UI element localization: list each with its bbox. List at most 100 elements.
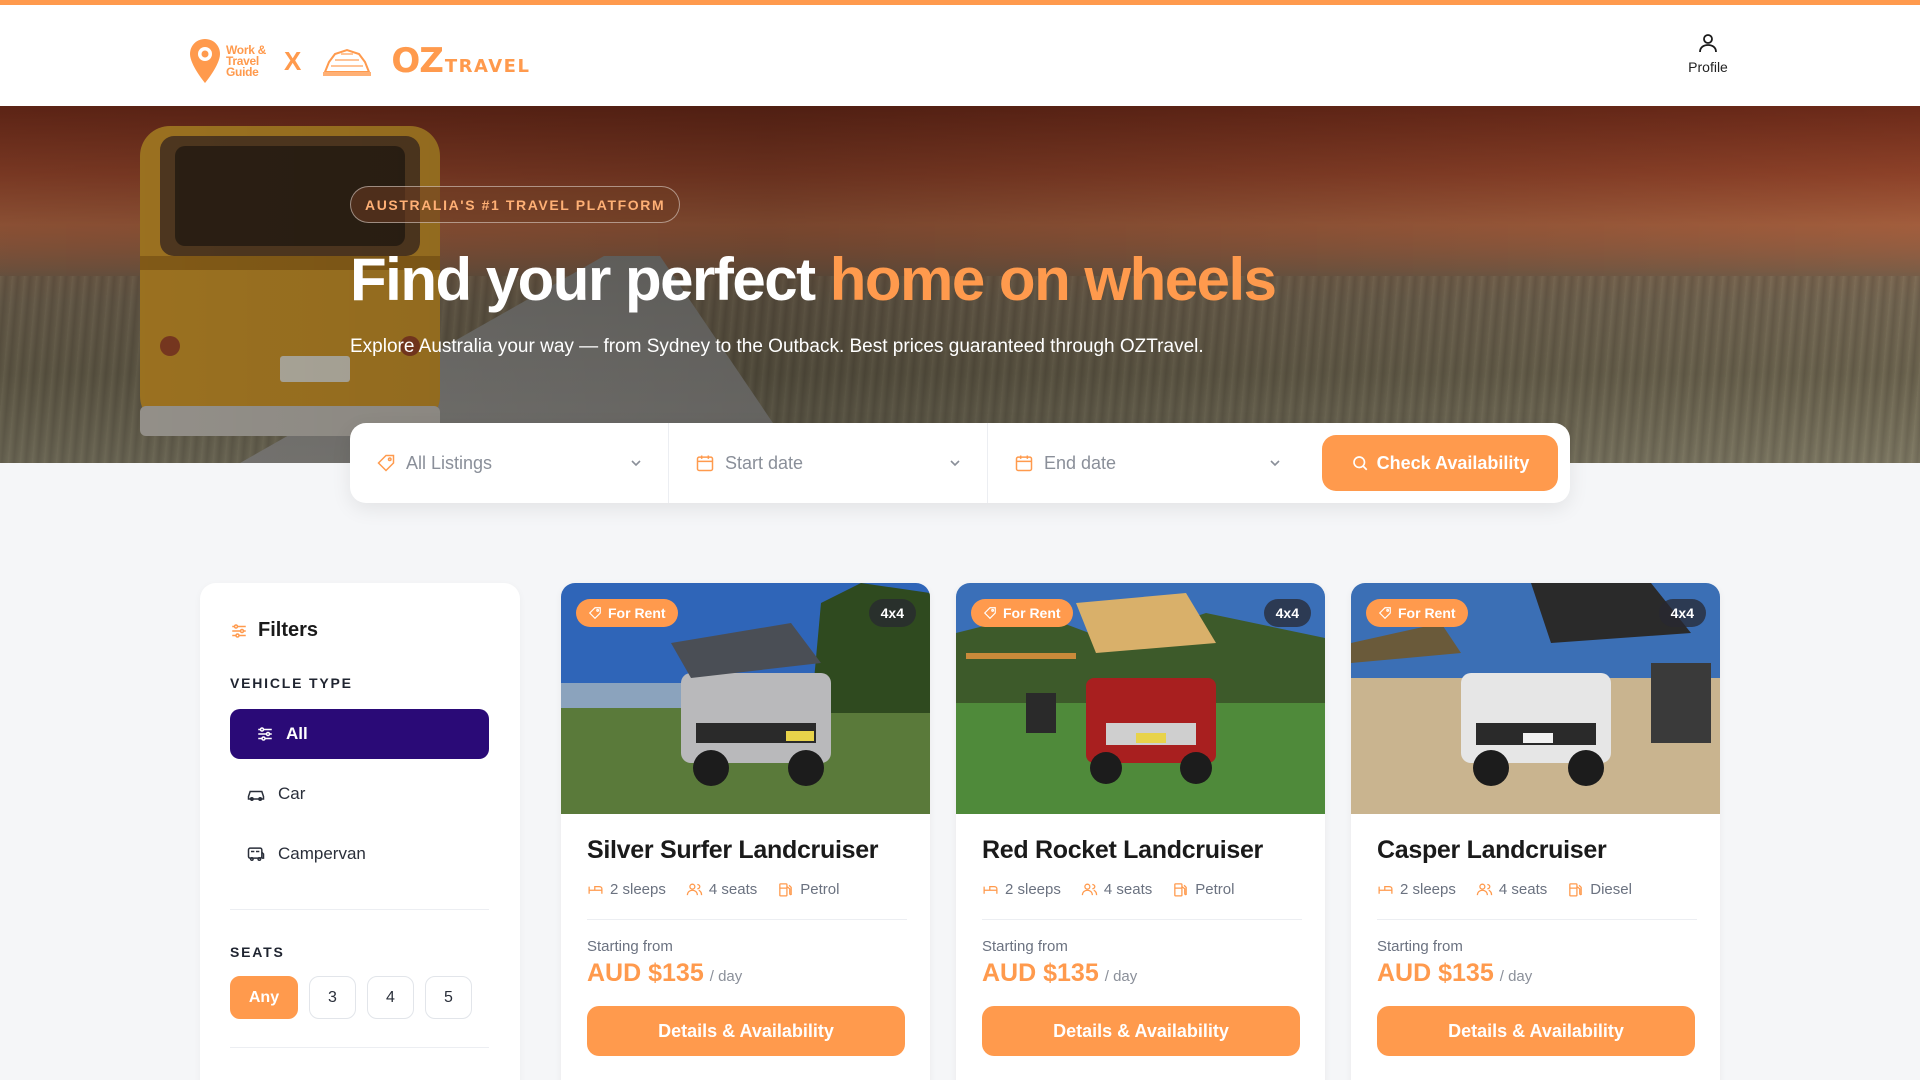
tag-icon — [377, 454, 395, 472]
users-icon — [686, 883, 703, 896]
fuel-pump-icon — [1174, 883, 1188, 897]
check-availability-button[interactable]: Check Availability — [1322, 435, 1558, 491]
listing-image: For Rent 4x4 — [1351, 583, 1720, 814]
for-rent-label: For Rent — [1003, 605, 1061, 621]
vehicle-type-label: VEHICLE TYPE — [230, 675, 353, 691]
emblem-logo-icon — [323, 48, 372, 76]
filters-title: Filters — [258, 619, 319, 641]
start-date-placeholder: Start date — [725, 452, 804, 473]
listing-select-value: All Listings — [406, 452, 493, 473]
listing-image: For Rent 4x4 — [956, 583, 1325, 814]
drive-type-badge: 4x4 — [1263, 599, 1311, 627]
price-value: AUD $135 — [1377, 959, 1494, 987]
fuel-spec: Petrol — [777, 881, 839, 898]
starting-from-label: Starting from — [982, 938, 1068, 955]
starting-from-label: Starting from — [587, 938, 673, 955]
hero-title-main: Find your perfect — [350, 246, 816, 313]
sliders-icon — [258, 727, 272, 741]
listing-specs: 2 sleeps 4 seats Petrol — [982, 881, 1234, 898]
details-availability-button[interactable]: Details & Availability — [982, 1006, 1300, 1056]
fuel-value: Petrol — [800, 881, 840, 898]
users-icon — [1476, 883, 1493, 896]
price: AUD $135 / day — [1377, 959, 1532, 988]
filters-divider — [230, 1047, 489, 1048]
sleeps-spec: 2 sleeps — [982, 881, 1061, 898]
listing-card[interactable]: For Rent 4x4 Casper Landcruiser 2 sleeps… — [1351, 583, 1720, 1080]
car-icon — [247, 790, 265, 801]
seat-option-4[interactable]: 4 — [367, 976, 414, 1019]
vehicle-type-campervan[interactable]: Campervan — [246, 844, 366, 864]
seats-spec: 4 seats — [1476, 881, 1547, 898]
calendar-icon — [696, 455, 714, 472]
price-value: AUD $135 — [587, 959, 704, 987]
tag-icon — [1378, 607, 1391, 620]
filters-divider — [230, 909, 489, 910]
fuel-spec: Diesel — [1567, 881, 1632, 898]
listing-image: For Rent 4x4 — [561, 583, 930, 814]
price: AUD $135 / day — [982, 959, 1137, 988]
vehicle-type-all-label: All — [286, 724, 308, 743]
details-availability-button[interactable]: Details & Availability — [587, 1006, 905, 1056]
price-unit: / day — [709, 968, 743, 985]
price-unit: / day — [1499, 968, 1533, 985]
price-unit: / day — [1104, 968, 1138, 985]
fuel-pump-icon — [1569, 883, 1583, 897]
work-travel-guide-wordmark: Work & Travel Guide — [226, 42, 266, 79]
start-date-field[interactable]: Start date — [669, 423, 988, 503]
chevron-down-icon — [631, 460, 641, 467]
listing-card[interactable]: For Rent 4x4 Red Rocket Landcruiser 2 sl… — [956, 583, 1325, 1080]
fuel-spec: Petrol — [1172, 881, 1234, 898]
for-rent-label: For Rent — [1398, 605, 1456, 621]
map-pin-logo-icon — [190, 39, 220, 83]
hero-title: Find your perfect home on wheels — [350, 245, 1277, 314]
seats-label: SEATS — [230, 944, 285, 960]
filters-panel: Filters VEHICLE TYPE All Car Campervan S… — [200, 583, 520, 1080]
vehicle-type-car-label: Car — [278, 784, 306, 803]
listing-specs: 2 sleeps 4 seats Petrol — [587, 881, 839, 898]
sleeps-value: 2 sleeps — [610, 881, 666, 898]
listing-specs: 2 sleeps 4 seats Diesel — [1377, 881, 1632, 898]
seats-options: Any 3 4 5 — [230, 976, 472, 1019]
users-icon — [1081, 883, 1098, 896]
filters-heading: Filters — [230, 619, 318, 642]
work-travel-guide-logo: Work & Travel Guide — [188, 37, 266, 85]
campervan-icon — [247, 847, 265, 861]
hero-subtitle: Explore Australia your way — from Sydney… — [350, 336, 1204, 357]
profile-label: Profile — [1688, 59, 1728, 75]
search-bar: All Listings Start date End date Check A… — [350, 423, 1570, 503]
chevron-down-icon — [1270, 460, 1280, 467]
for-rent-tag: For Rent — [1366, 599, 1468, 627]
vehicle-type-all[interactable]: All — [230, 709, 489, 759]
fuel-pump-icon — [779, 883, 793, 897]
calendar-icon — [1015, 455, 1033, 472]
listing-title: Red Rocket Landcruiser — [982, 836, 1263, 864]
seat-option-3[interactable]: 3 — [309, 976, 356, 1019]
user-icon — [1699, 34, 1717, 53]
fuel-value: Diesel — [1590, 881, 1632, 898]
tag-icon — [588, 607, 601, 620]
seat-option-5[interactable]: 5 — [425, 976, 472, 1019]
listing-title: Silver Surfer Landcruiser — [587, 836, 879, 864]
listing-card[interactable]: For Rent 4x4 Silver Surfer Landcruiser 2… — [561, 583, 930, 1080]
listing-select[interactable]: All Listings — [350, 423, 669, 503]
card-divider — [982, 919, 1302, 920]
site-header: Work & Travel Guide X OZ TRAVEL Profile — [0, 5, 1920, 106]
details-availability-button[interactable]: Details & Availability — [1377, 1006, 1695, 1056]
price: AUD $135 / day — [587, 959, 742, 988]
starting-from-label: Starting from — [1377, 938, 1463, 955]
for-rent-tag: For Rent — [576, 599, 678, 627]
card-divider — [1377, 919, 1697, 920]
oztravel-logo: OZ TRAVEL — [391, 41, 531, 81]
seat-option-any[interactable]: Any — [230, 976, 298, 1019]
vehicle-type-car[interactable]: Car — [246, 784, 305, 804]
sleeps-spec: 2 sleeps — [587, 881, 666, 898]
end-date-field[interactable]: End date — [988, 423, 1307, 503]
search-icon — [1352, 456, 1367, 471]
seats-spec: 4 seats — [1081, 881, 1152, 898]
price-value: AUD $135 — [982, 959, 1099, 987]
seats-value: 4 seats — [1498, 881, 1548, 898]
profile-button[interactable]: Profile — [1678, 31, 1738, 75]
seats-value: 4 seats — [708, 881, 758, 898]
bed-icon — [1378, 886, 1393, 894]
logo-area[interactable]: Work & Travel Guide X OZ TRAVEL — [188, 33, 530, 89]
